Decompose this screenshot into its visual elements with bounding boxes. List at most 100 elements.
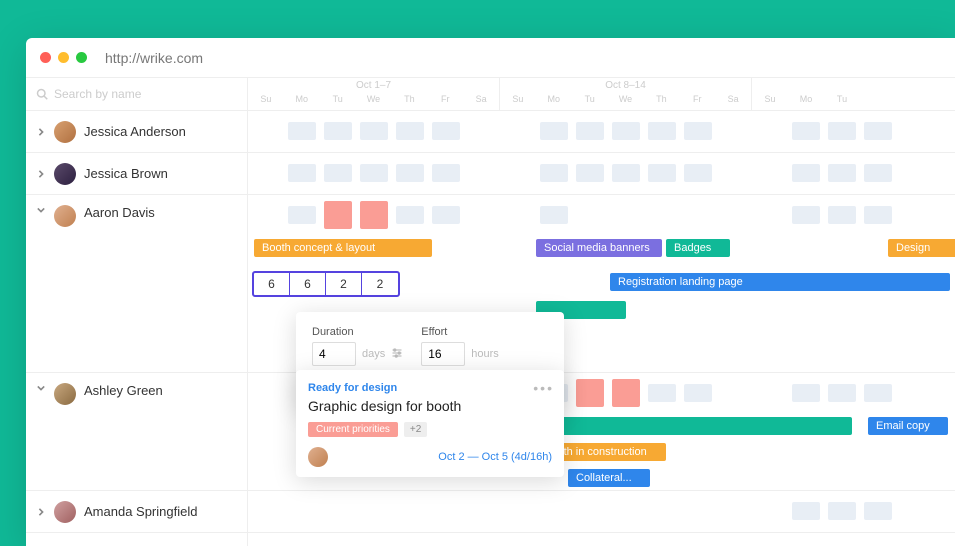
work-block[interactable] (864, 122, 892, 140)
window-controls (40, 52, 87, 63)
task-tag-more[interactable]: +2 (404, 422, 427, 437)
hours-cell[interactable]: 2 (326, 273, 362, 295)
work-block[interactable] (540, 122, 568, 140)
work-block[interactable] (396, 122, 424, 140)
task-card[interactable]: ••• Ready for design Graphic design for … (296, 370, 564, 477)
track-row[interactable] (248, 111, 955, 153)
person-row[interactable]: Jessica Anderson (26, 111, 247, 153)
work-block[interactable] (792, 206, 820, 224)
hours-editor[interactable]: 6 6 2 2 (252, 271, 400, 297)
work-block[interactable] (576, 164, 604, 182)
work-block[interactable] (864, 164, 892, 182)
work-block[interactable] (684, 384, 712, 402)
work-block[interactable] (864, 502, 892, 520)
assignee-avatar[interactable] (308, 447, 328, 467)
work-block[interactable] (360, 164, 388, 182)
work-block[interactable] (648, 384, 676, 402)
settings-icon[interactable] (391, 347, 403, 362)
task-bar-social[interactable]: Social media banners (536, 239, 662, 257)
task-bar-badges[interactable]: Badges (666, 239, 730, 257)
person-row[interactable]: Ashley Green (26, 373, 247, 491)
work-block[interactable] (648, 122, 676, 140)
task-bar-collateral[interactable]: Collateral... (568, 469, 650, 487)
minimize-icon[interactable] (58, 52, 69, 63)
work-block[interactable] (828, 164, 856, 182)
overload-block[interactable] (576, 379, 604, 407)
effort-label: Effort (421, 326, 499, 338)
person-row[interactable]: Jessica Brown (26, 153, 247, 195)
search-input[interactable]: Search by name (26, 78, 247, 111)
close-icon[interactable] (40, 52, 51, 63)
work-block[interactable] (324, 164, 352, 182)
work-block[interactable] (540, 164, 568, 182)
task-bar-booth-concept[interactable]: Booth concept & layout (254, 239, 432, 257)
hours-cell[interactable]: 6 (290, 273, 326, 295)
work-block[interactable] (684, 122, 712, 140)
day: Sa (463, 94, 499, 111)
effort-input[interactable] (421, 342, 465, 366)
work-block[interactable] (576, 122, 604, 140)
work-block[interactable] (288, 206, 316, 224)
avatar (54, 163, 76, 185)
effort-unit: hours (471, 348, 499, 360)
track-row[interactable] (248, 491, 955, 533)
avatar (54, 205, 76, 227)
chevron-right-icon (36, 507, 46, 517)
search-placeholder: Search by name (54, 87, 141, 101)
work-block[interactable] (432, 122, 460, 140)
task-bar-design[interactable]: Design (888, 239, 955, 257)
work-block[interactable] (792, 502, 820, 520)
day: We (608, 94, 644, 111)
hours-cell[interactable]: 2 (362, 273, 398, 295)
track-row[interactable] (248, 153, 955, 195)
work-block[interactable] (828, 206, 856, 224)
work-block[interactable] (792, 164, 820, 182)
work-block[interactable] (432, 164, 460, 182)
day: Mo (788, 94, 824, 111)
work-block[interactable] (648, 164, 676, 182)
overload-block[interactable] (612, 379, 640, 407)
work-block[interactable] (792, 122, 820, 140)
work-block[interactable] (828, 502, 856, 520)
task-bar[interactable] (536, 417, 852, 435)
url-bar[interactable]: http://wrike.com (105, 50, 203, 66)
overload-block[interactable] (360, 201, 388, 229)
work-block[interactable] (792, 384, 820, 402)
work-block[interactable] (396, 206, 424, 224)
chevron-down-icon (36, 205, 46, 215)
work-block[interactable] (540, 206, 568, 224)
person-row[interactable]: Amanda Springfield (26, 491, 247, 533)
work-block[interactable] (324, 122, 352, 140)
hours-cell[interactable]: 6 (254, 273, 290, 295)
work-block[interactable] (612, 164, 640, 182)
work-block[interactable] (828, 384, 856, 402)
day: Tu (572, 94, 608, 111)
day: Su (248, 94, 284, 111)
work-block[interactable] (612, 122, 640, 140)
work-block[interactable] (396, 164, 424, 182)
work-block[interactable] (828, 122, 856, 140)
work-block[interactable] (864, 384, 892, 402)
day: Tu (824, 94, 860, 111)
task-tag[interactable]: Current priorities (308, 422, 398, 437)
work-block[interactable] (288, 164, 316, 182)
work-block[interactable] (684, 164, 712, 182)
work-block[interactable] (864, 206, 892, 224)
duration-input[interactable] (312, 342, 356, 366)
chevron-right-icon (36, 127, 46, 137)
task-bar-registration[interactable]: Registration landing page (610, 273, 950, 291)
task-status[interactable]: Ready for design (308, 382, 552, 394)
sidebar: Search by name Jessica Anderson Jessica … (26, 78, 248, 546)
week-label: Oct 1–7 (248, 78, 499, 94)
zoom-icon[interactable] (76, 52, 87, 63)
person-row[interactable]: Aaron Davis (26, 195, 247, 373)
task-bar-email-copy[interactable]: Email copy (868, 417, 948, 435)
person-name: Ashley Green (84, 383, 163, 398)
person-name: Jessica Anderson (84, 124, 186, 139)
work-block[interactable] (288, 122, 316, 140)
timeline-header: Oct 1–7 Su Mo Tu We Th Fr Sa Oct 8–14 Su (248, 78, 955, 111)
work-block[interactable] (432, 206, 460, 224)
overload-block[interactable] (324, 201, 352, 229)
work-block[interactable] (360, 122, 388, 140)
more-icon[interactable]: ••• (533, 380, 554, 396)
